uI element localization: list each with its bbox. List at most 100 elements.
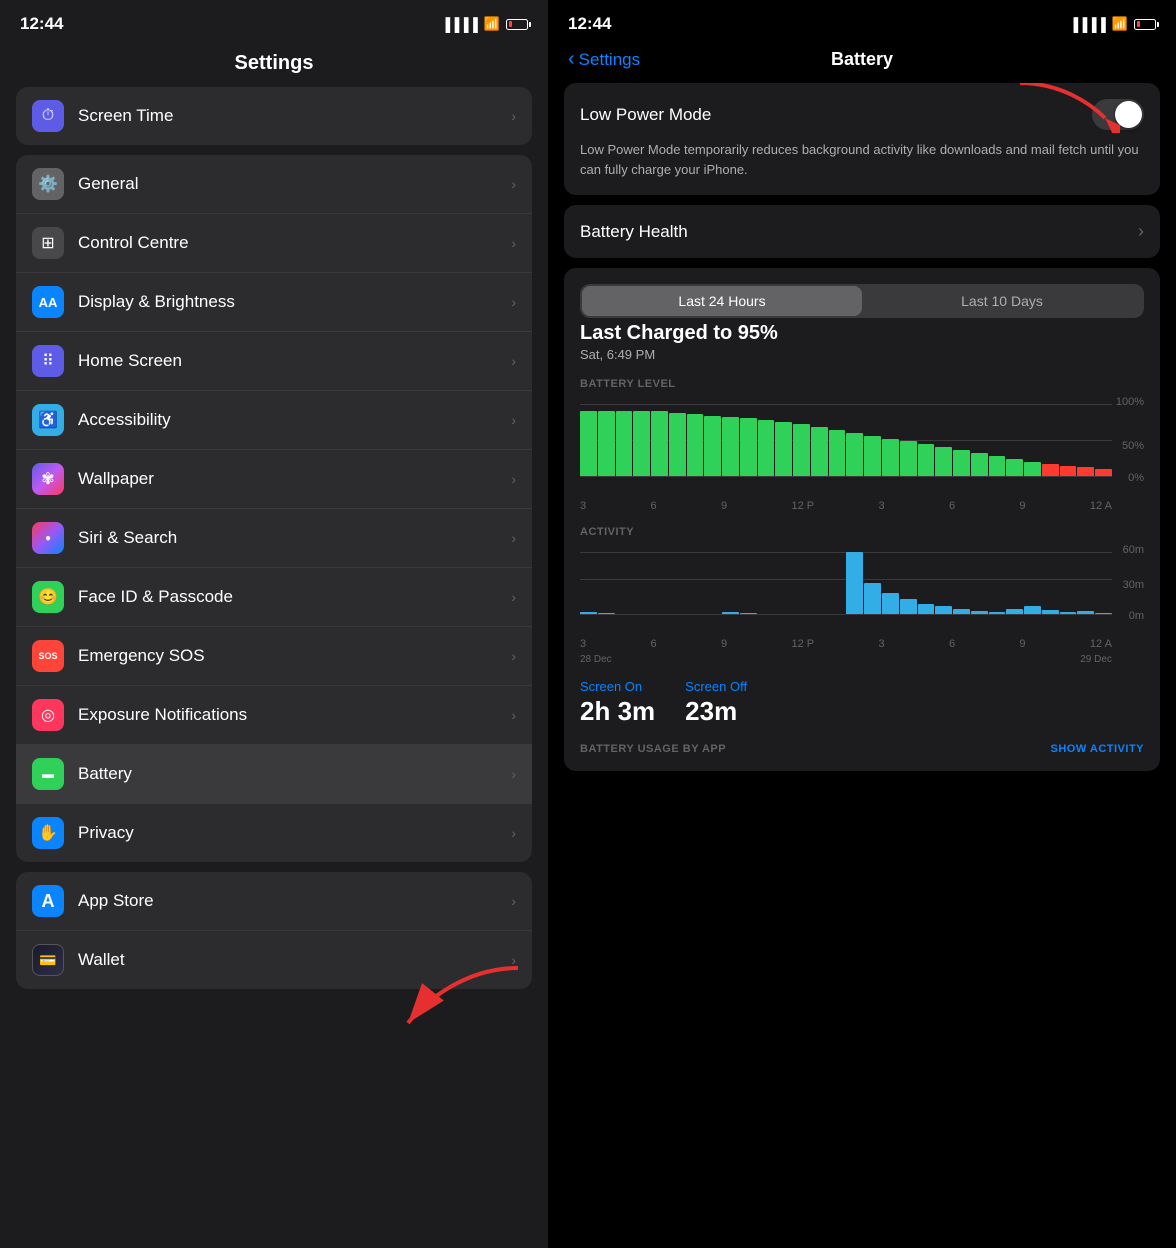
siri-icon: ●: [32, 522, 64, 554]
right-status-bar: 12:44 ▐▐▐▐ 📶: [548, 0, 1176, 44]
screen-time-item[interactable]: ⏱ Screen Time ›: [16, 87, 532, 145]
left-panel: 12:44 ▐▐▐▐ 📶 Settings ⏱ Screen Time ›: [0, 0, 548, 1248]
activity-chart: 60m 30m 0m: [580, 544, 1144, 634]
right-status-time: 12:44: [568, 14, 611, 34]
control-centre-label: Control Centre: [78, 233, 503, 253]
back-button[interactable]: ‹ Settings: [568, 48, 640, 71]
right-signal-icon: ▐▐▐▐: [1069, 17, 1106, 32]
sos-label: Emergency SOS: [78, 646, 503, 666]
exposure-icon: ◎: [32, 699, 64, 731]
chart-section: Last 24 Hours Last 10 Days Last Charged …: [564, 268, 1160, 771]
right-status-icons: ▐▐▐▐ 📶: [1069, 16, 1156, 32]
screen-on-stat: Screen On 2h 3m: [580, 679, 655, 727]
home-screen-label: Home Screen: [78, 351, 503, 371]
screen-off-stat: Screen Off 23m: [685, 679, 747, 727]
toggle-knob: [1115, 101, 1142, 128]
control-centre-item[interactable]: ⊞ Control Centre ›: [16, 214, 532, 273]
display-label: Display & Brightness: [78, 292, 503, 312]
settings-list: ⏱ Screen Time › ⚙️ General › ⊞ Control C…: [0, 87, 548, 1248]
battery-health-label: Battery Health: [580, 222, 688, 242]
battery-label: Battery: [78, 764, 503, 784]
back-label: Settings: [579, 50, 640, 70]
accessibility-icon: ♿: [32, 404, 64, 436]
tab-24h[interactable]: Last 24 Hours: [582, 286, 862, 316]
faceid-item[interactable]: 😊 Face ID & Passcode ›: [16, 568, 532, 627]
bottom-group: A App Store › 💳 Wallet ›: [16, 872, 532, 989]
low-power-row: Low Power Mode: [580, 99, 1144, 130]
activity-bar-area: [580, 552, 1112, 614]
battery-item[interactable]: ▬ Battery ›: [16, 745, 532, 804]
low-power-card: Low Power Mode Low Power Mode temporaril…: [564, 83, 1160, 195]
battery-chart-label: BATTERY LEVEL: [580, 378, 1144, 390]
last-charged-title: Last Charged to 95%: [580, 322, 1144, 345]
accessibility-item[interactable]: ♿ Accessibility ›: [16, 391, 532, 450]
wifi-icon: 📶: [484, 16, 500, 32]
activity-y-60: 60m: [1123, 544, 1144, 556]
low-power-description: Low Power Mode temporarily reduces backg…: [580, 140, 1144, 179]
left-status-icons: ▐▐▐▐ 📶: [441, 16, 528, 32]
tab-10d[interactable]: Last 10 Days: [862, 286, 1142, 316]
appstore-icon: A: [32, 885, 64, 917]
screen-stats: Screen On 2h 3m Screen Off 23m: [580, 679, 1144, 727]
wallet-item[interactable]: 💳 Wallet ›: [16, 931, 532, 989]
left-page-title-bar: Settings: [0, 44, 548, 87]
exposure-label: Exposure Notifications: [78, 705, 503, 725]
right-wifi-icon: 📶: [1112, 16, 1128, 32]
y-label-100: 100%: [1116, 396, 1144, 408]
battery-health-row[interactable]: Battery Health ›: [564, 205, 1160, 258]
battery-level-chart: 100% 50% 0%: [580, 396, 1144, 496]
appstore-label: App Store: [78, 891, 503, 911]
display-item[interactable]: AA Display & Brightness ›: [16, 273, 532, 332]
activity-x-dates: 28 Dec 29 Dec: [580, 654, 1144, 665]
siri-item[interactable]: ● Siri & Search ›: [16, 509, 532, 568]
low-power-toggle[interactable]: [1092, 99, 1144, 130]
sos-item[interactable]: SOS Emergency SOS ›: [16, 627, 532, 686]
general-label: General: [78, 174, 503, 194]
right-battery-fill: [1137, 21, 1140, 27]
general-item[interactable]: ⚙️ General ›: [16, 155, 532, 214]
right-page-title: Battery: [831, 49, 893, 70]
right-panel: 12:44 ▐▐▐▐ 📶 ‹ Settings Battery Low Powe…: [548, 0, 1176, 1248]
home-screen-item[interactable]: ⠿ Home Screen ›: [16, 332, 532, 391]
left-page-title: Settings: [235, 52, 314, 74]
general-icon: ⚙️: [32, 168, 64, 200]
tab-selector: Last 24 Hours Last 10 Days: [580, 284, 1144, 318]
siri-label: Siri & Search: [78, 528, 503, 548]
screen-time-label: Screen Time: [78, 106, 503, 126]
right-battery-icon: [1134, 19, 1156, 30]
usage-by-app-label: BATTERY USAGE BY APP: [580, 743, 726, 755]
screen-on-value: 2h 3m: [580, 696, 655, 727]
y-label-0: 0%: [1128, 472, 1144, 484]
activity-chart-label: ACTIVITY: [580, 526, 1144, 538]
control-centre-icon: ⊞: [32, 227, 64, 259]
battery-x-labels: 3 6 9 12 P 3 6 9 12 A: [580, 500, 1144, 512]
signal-icon: ▐▐▐▐: [441, 17, 478, 32]
wallpaper-icon: ✾: [32, 463, 64, 495]
left-status-bar: 12:44 ▐▐▐▐ 📶: [0, 0, 548, 44]
battery-bars: [580, 404, 1112, 476]
right-content: Low Power Mode Low Power Mode temporaril…: [548, 83, 1176, 1248]
home-screen-icon: ⠿: [32, 345, 64, 377]
screen-time-group: ⏱ Screen Time ›: [16, 87, 532, 145]
main-settings-group: ⚙️ General › ⊞ Control Centre › AA Displ…: [16, 155, 532, 862]
privacy-item[interactable]: ✋ Privacy ›: [16, 804, 532, 862]
screen-off-label: Screen Off: [685, 679, 747, 694]
activity-y-0: 0m: [1129, 610, 1144, 622]
last-charged-subtitle: Sat, 6:49 PM: [580, 347, 1144, 362]
sos-icon: SOS: [32, 640, 64, 672]
battery-health-chevron: ›: [1138, 221, 1144, 242]
activity-x-labels: 3 6 9 12 P 3 6 9 12 A: [580, 638, 1144, 650]
screen-off-value: 23m: [685, 696, 747, 727]
wallet-icon: 💳: [32, 944, 64, 976]
y-label-50: 50%: [1122, 440, 1144, 452]
exposure-item[interactable]: ◎ Exposure Notifications ›: [16, 686, 532, 745]
appstore-item[interactable]: A App Store ›: [16, 872, 532, 931]
wallpaper-label: Wallpaper: [78, 469, 503, 489]
battery-item-icon: ▬: [32, 758, 64, 790]
faceid-icon: 😊: [32, 581, 64, 613]
wallpaper-item[interactable]: ✾ Wallpaper ›: [16, 450, 532, 509]
show-activity-label: SHOW ACTIVITY: [1051, 743, 1144, 755]
activity-y-30: 30m: [1123, 579, 1144, 591]
back-chevron-icon: ‹: [568, 48, 575, 71]
battery-icon: [506, 19, 528, 30]
